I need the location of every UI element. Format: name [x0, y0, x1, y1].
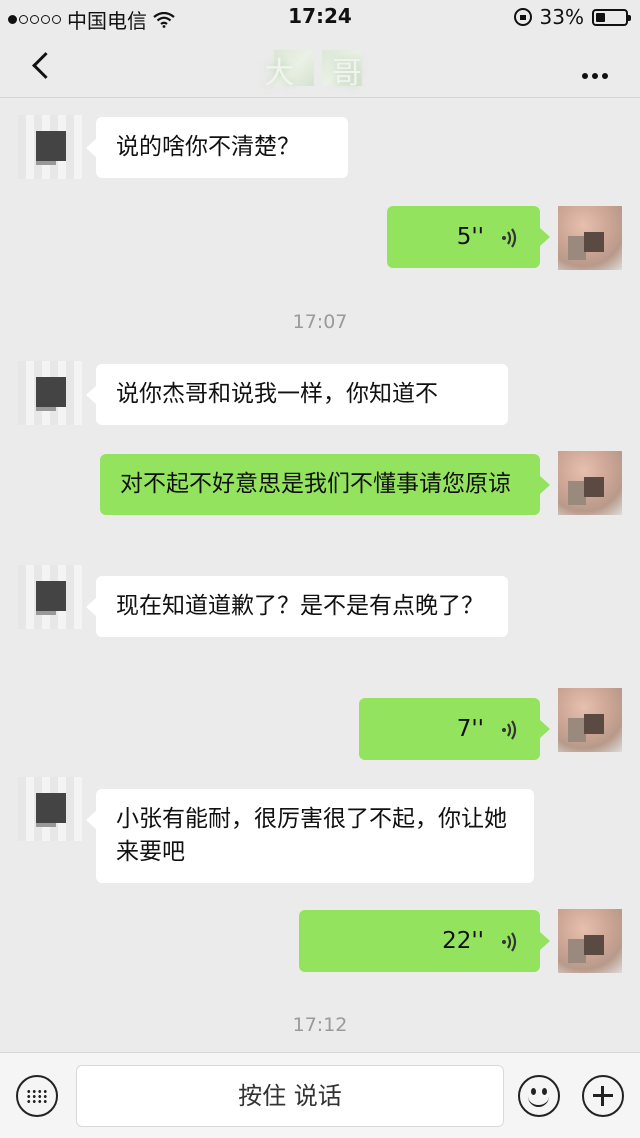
chat-title: 大 哥 — [264, 56, 376, 91]
incoming-message[interactable]: 说你杰哥和说我一样，你知道不 — [86, 364, 508, 425]
message-text: 说的啥你不清楚？ — [116, 134, 300, 160]
more-options-icon[interactable] — [580, 56, 610, 86]
outgoing-voice-message[interactable]: 5'' — [387, 206, 550, 268]
incoming-message[interactable]: 小张有能耐，很厉害很了不起，你让她来要吧 — [86, 789, 534, 883]
message-text: 小张有能耐，很厉害很了不起，你让她来要吧 — [116, 806, 507, 865]
rotation-lock-icon — [513, 8, 532, 26]
outgoing-voice-message[interactable]: 22'' — [299, 910, 550, 972]
my-avatar[interactable] — [558, 909, 622, 973]
status-bar: 中国电信 17:24 33% — [0, 0, 640, 34]
my-avatar[interactable] — [558, 688, 622, 752]
message-text: 对不起不好意思是我们不懂事请您原谅 — [120, 471, 511, 497]
status-right: 33% — [513, 5, 631, 29]
voice-duration: 7'' — [456, 715, 484, 742]
my-avatar[interactable] — [558, 206, 622, 270]
battery-percent: 33% — [539, 5, 584, 29]
voice-wave-icon — [498, 930, 520, 952]
contact-avatar[interactable] — [18, 361, 82, 425]
nav-bar: 大 哥 — [0, 34, 640, 98]
message-text: 说你杰哥和说我一样，你知道不 — [116, 381, 438, 407]
contact-avatar[interactable] — [18, 777, 82, 841]
voice-wave-icon — [498, 226, 520, 248]
voice-wave-icon — [498, 718, 520, 740]
emoji-icon[interactable] — [518, 1075, 560, 1117]
keyboard-icon[interactable] — [16, 1075, 58, 1117]
message-text: 现在知道道歉了？是不是有点晚了？ — [116, 593, 484, 619]
timestamp: 17:12 — [292, 1014, 348, 1036]
voice-duration: 5'' — [456, 223, 484, 250]
voice-duration: 22'' — [442, 927, 484, 954]
battery-icon — [592, 8, 631, 26]
timestamp: 17:07 — [292, 311, 348, 333]
incoming-message[interactable]: 说的啥你不清楚？ — [86, 117, 348, 178]
incoming-message[interactable]: 现在知道道歉了？是不是有点晚了？ — [86, 576, 508, 637]
my-avatar[interactable] — [558, 451, 622, 515]
contact-avatar[interactable] — [18, 115, 82, 179]
outgoing-voice-message[interactable]: 7'' — [359, 698, 550, 760]
outgoing-message[interactable]: 对不起不好意思是我们不懂事请您原谅 — [100, 454, 550, 515]
chat-area[interactable]: 说的啥你不清楚？ 5'' 17:07 说你杰哥和说我一样，你知道不 对不起不好意… — [0, 99, 640, 1052]
contact-avatar[interactable] — [18, 565, 82, 629]
hold-to-talk-button[interactable]: 按住 说话 — [76, 1065, 504, 1127]
input-bar: 按住 说话 — [0, 1052, 640, 1138]
plus-icon[interactable] — [582, 1075, 624, 1117]
